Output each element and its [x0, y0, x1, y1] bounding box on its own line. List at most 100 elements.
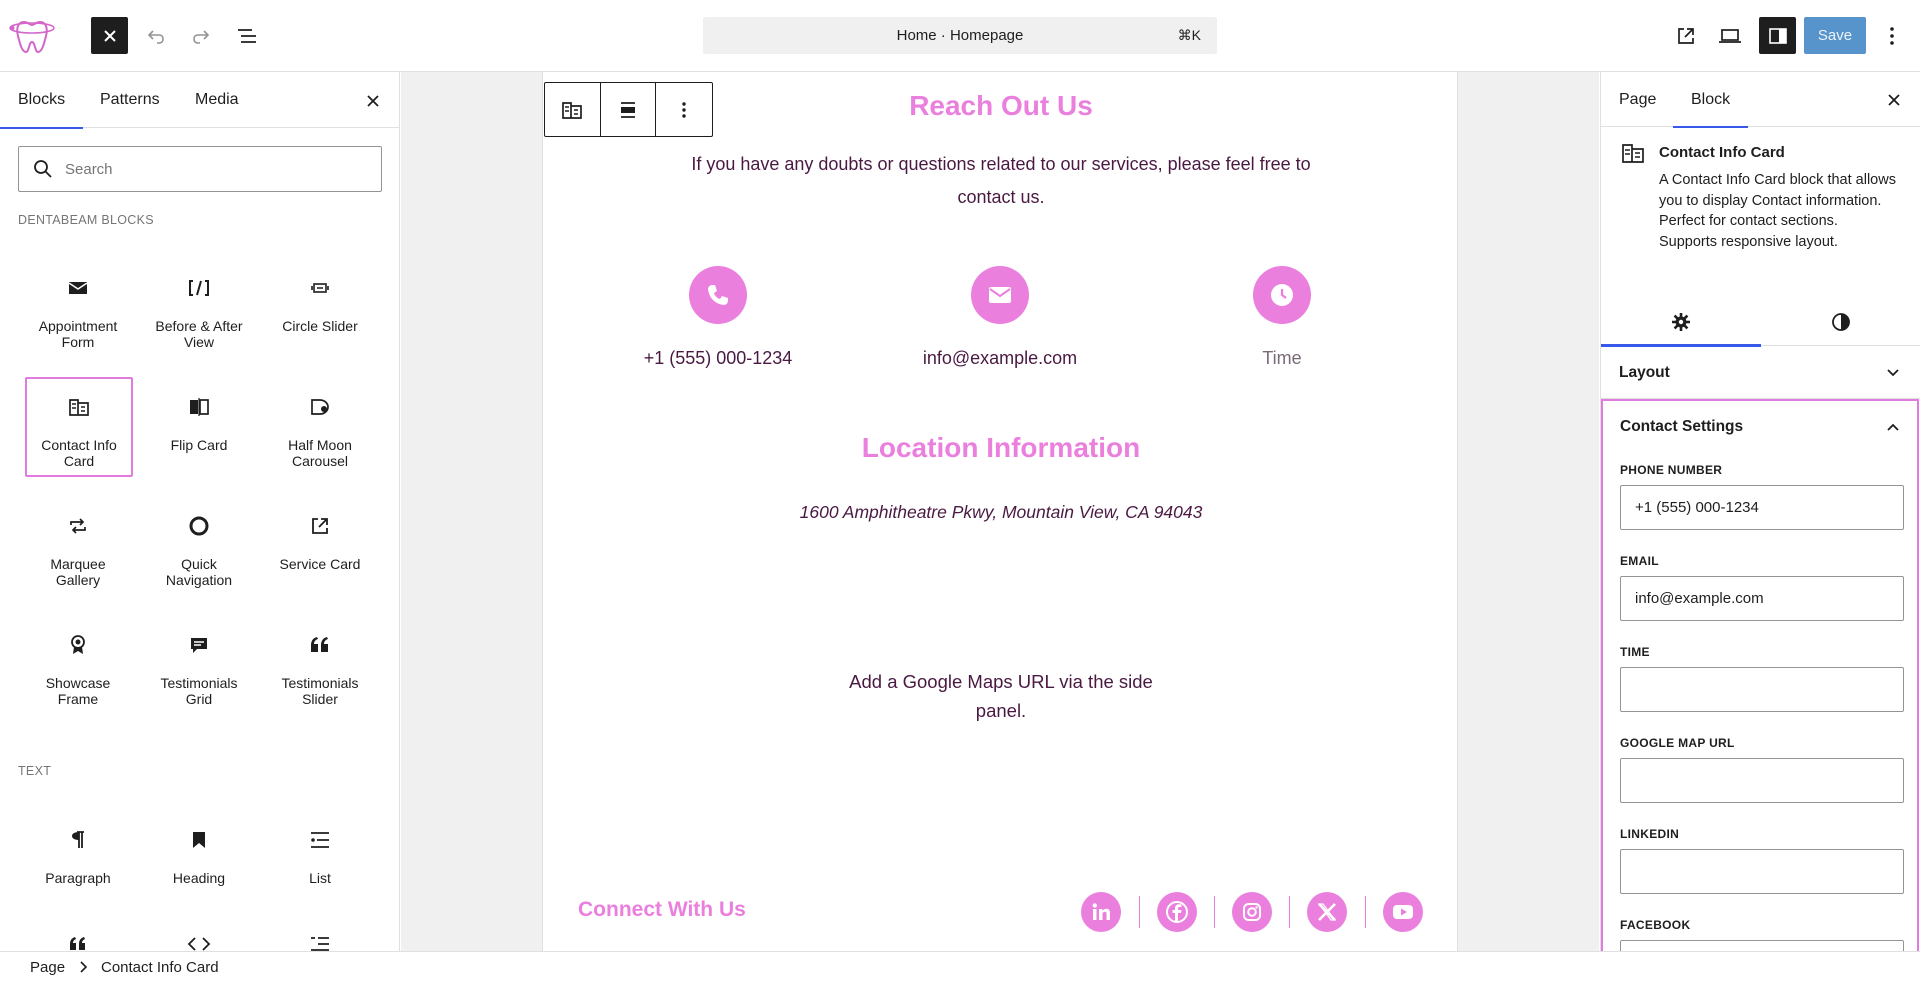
- block-details-partial[interactable]: [266, 914, 374, 951]
- connect-heading[interactable]: Connect With Us: [578, 898, 746, 922]
- block-label: Testimonials Grid: [160, 675, 238, 707]
- address-text[interactable]: 1600 Amphitheatre Pkwy, Mountain View, C…: [543, 496, 1459, 529]
- external-link-icon: [1678, 28, 1694, 44]
- tab-page[interactable]: Page: [1619, 72, 1656, 127]
- tab-block[interactable]: Block: [1672, 72, 1749, 128]
- location-heading[interactable]: Location Information: [543, 432, 1459, 464]
- block-breadcrumb: Page Contact Info Card: [0, 951, 1920, 981]
- block-half-moon-carousel[interactable]: Half Moon Carousel: [266, 377, 374, 477]
- youtube-icon: [1393, 905, 1413, 919]
- chevron-right-icon: [78, 960, 88, 974]
- time-text: Time: [1262, 348, 1302, 368]
- clock-icon: [1253, 266, 1311, 324]
- quote-icon: [66, 932, 90, 951]
- command-palette-bar[interactable]: Home · Homepage ⌘K: [703, 17, 1217, 54]
- time-field[interactable]: [1620, 667, 1904, 712]
- external-link-icon: [308, 514, 332, 538]
- block-flip-card[interactable]: Flip Card: [145, 377, 253, 477]
- tab-blocks[interactable]: Blocks: [0, 72, 84, 129]
- tab-styles[interactable]: [1761, 298, 1920, 346]
- contact-time[interactable]: Time: [1182, 266, 1382, 369]
- search-input[interactable]: [65, 160, 365, 178]
- x-link[interactable]: [1307, 892, 1347, 932]
- contact-phone[interactable]: +1 (555) 000-1234: [618, 266, 818, 369]
- maps-hint-text[interactable]: Add a Google Maps URL via the side panel…: [826, 667, 1176, 725]
- layout-panel-toggle[interactable]: Layout: [1601, 347, 1920, 399]
- breadcrumb-contact-info-card[interactable]: Contact Info Card: [101, 959, 219, 976]
- desktop-icon: [1719, 29, 1741, 43]
- block-quote-partial[interactable]: [24, 914, 132, 951]
- phone-number-field[interactable]: [1620, 485, 1904, 530]
- block-list[interactable]: List: [266, 810, 374, 910]
- save-button[interactable]: Save: [1804, 17, 1866, 54]
- category-dentabeam-label: DENTABEAM BLOCKS: [18, 213, 154, 227]
- paragraph-icon: [66, 828, 90, 852]
- quote-icon: [308, 633, 332, 657]
- instagram-icon: [1243, 903, 1261, 921]
- close-inserter-button[interactable]: [91, 17, 128, 54]
- block-circle-slider[interactable]: Circle Slider: [266, 258, 374, 358]
- close-inserter-tab-button[interactable]: [362, 90, 384, 112]
- close-sidebar-button[interactable]: [1883, 89, 1905, 111]
- social-divider: [1214, 896, 1215, 928]
- options-button[interactable]: [1880, 21, 1904, 51]
- site-logo[interactable]: [8, 12, 64, 60]
- tab-patterns[interactable]: Patterns: [100, 72, 160, 128]
- block-label: Paragraph: [45, 870, 111, 886]
- block-contact-info-card[interactable]: Contact Info Card: [25, 377, 133, 477]
- block-appointment-form[interactable]: Appointment Form: [24, 258, 132, 358]
- youtube-link[interactable]: [1383, 892, 1423, 932]
- document-title: Home · Homepage: [896, 27, 1024, 44]
- tab-settings[interactable]: [1601, 298, 1761, 347]
- email-label: EMAIL: [1620, 554, 1659, 568]
- device-preview-button[interactable]: [1715, 21, 1745, 51]
- reach-out-text[interactable]: If you have any doubts or questions rela…: [676, 148, 1326, 214]
- reach-out-heading[interactable]: Reach Out Us: [543, 90, 1459, 122]
- contact-settings-toggle[interactable]: Contact Settings: [1603, 401, 1917, 453]
- block-card-description: A Contact Info Card block that allows yo…: [1659, 172, 1896, 250]
- social-divider: [1289, 896, 1290, 928]
- loop-icon: [66, 514, 90, 538]
- block-paragraph[interactable]: Paragraph: [24, 810, 132, 910]
- compare-icon: [187, 276, 211, 300]
- block-code-partial[interactable]: [145, 914, 253, 951]
- linkedin-icon: [1092, 903, 1110, 920]
- undo-button[interactable]: [141, 21, 171, 51]
- block-label: Heading: [172, 870, 226, 886]
- block-marquee-gallery[interactable]: Marquee Gallery: [24, 496, 132, 596]
- list-icon: [308, 828, 332, 852]
- code-icon: [187, 932, 211, 951]
- block-label: Quick Navigation: [165, 556, 233, 588]
- block-search-field[interactable]: [18, 146, 382, 192]
- block-before-after-view[interactable]: Before & After View: [145, 258, 253, 358]
- x-icon: [1317, 903, 1337, 921]
- phone-text: +1 (555) 000-1234: [643, 348, 793, 368]
- block-heading[interactable]: Heading: [145, 810, 253, 910]
- block-showcase-frame[interactable]: Showcase Frame: [24, 615, 132, 715]
- settings-toggle-button[interactable]: [1759, 17, 1796, 54]
- block-quick-navigation[interactable]: Quick Navigation: [145, 496, 253, 596]
- tab-media[interactable]: Media: [195, 72, 239, 128]
- google-map-url-field[interactable]: [1620, 758, 1904, 803]
- document-overview-button[interactable]: [232, 21, 262, 51]
- linkedin-link[interactable]: [1081, 892, 1121, 932]
- comment-icon: [187, 633, 211, 657]
- redo-icon: [193, 30, 210, 44]
- email-field[interactable]: [1620, 576, 1904, 621]
- facebook-link[interactable]: [1157, 892, 1197, 932]
- editor-canvas: Reach Out Us If you have any doubts or q…: [401, 72, 1599, 951]
- linkedin-field[interactable]: [1620, 849, 1904, 894]
- block-testimonials-grid[interactable]: Testimonials Grid: [145, 615, 253, 715]
- phone-icon: [689, 266, 747, 324]
- block-testimonials-slider[interactable]: Testimonials Slider: [266, 615, 374, 715]
- contact-settings-panel: Contact Settings PHONE NUMBER EMAIL TIME…: [1601, 399, 1919, 951]
- facebook-field[interactable]: [1620, 940, 1904, 951]
- contact-email[interactable]: info@example.com: [900, 266, 1100, 369]
- block-label: Half Moon Carousel: [288, 437, 352, 469]
- view-page-button[interactable]: [1671, 21, 1701, 51]
- instagram-link[interactable]: [1232, 892, 1272, 932]
- breadcrumb-page[interactable]: Page: [30, 959, 65, 976]
- block-service-card[interactable]: Service Card: [266, 496, 374, 596]
- layout-panel-label: Layout: [1619, 364, 1670, 381]
- redo-button[interactable]: [186, 21, 216, 51]
